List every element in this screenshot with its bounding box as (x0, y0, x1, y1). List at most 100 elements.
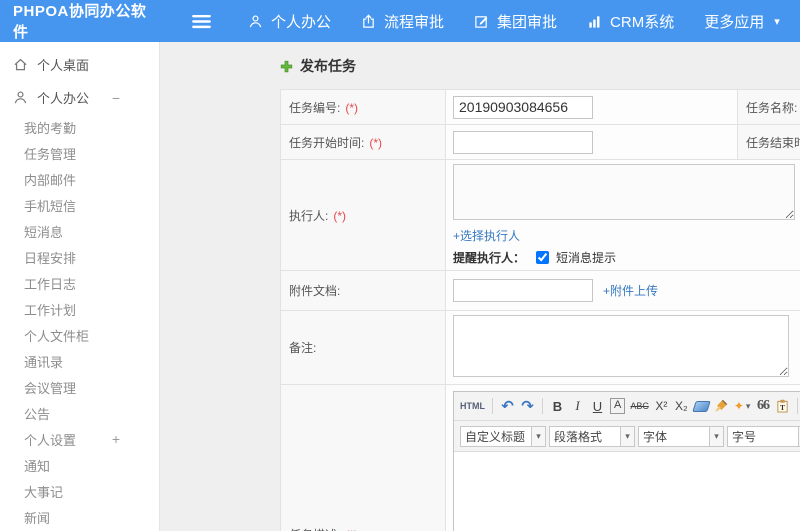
sidebar-item[interactable]: 手机短信 (0, 192, 159, 218)
subscript-button[interactable]: X₂ (674, 397, 689, 415)
sidebar-item-label: 手机短信 (24, 198, 77, 214)
sidebar-item[interactable]: 短消息 (0, 218, 159, 244)
sidebar-item[interactable]: 通知 (0, 452, 159, 478)
sidebar-item-label: 个人文件柜 (24, 328, 90, 344)
sms-tip-checkbox[interactable] (536, 251, 550, 264)
sidebar-item[interactable]: 通讯录 (0, 348, 159, 374)
sidebar-item[interactable]: 大事记 (0, 478, 159, 504)
executor-label: 执行人: (289, 208, 329, 223)
sidebar-item[interactable]: 内部邮件 (0, 166, 159, 192)
attachment-upload-link[interactable]: +附件上传 (603, 282, 658, 299)
task-number-input[interactable] (453, 95, 593, 119)
sidebar-item-personal-desktop[interactable]: 个人桌面 (0, 48, 159, 81)
main-layout: 个人桌面 个人办公 − 我的考勤 任务管理 内部邮件 手机短信 短消息 日程安排… (0, 42, 800, 531)
row-task-time: 任务开始时间: (*) 任务结束时间:(*) (280, 124, 800, 160)
editor-dropdown[interactable]: 段落格式 ▾ (549, 425, 635, 447)
editor-content-area[interactable] (454, 452, 800, 531)
sidebar-item-label: 通知 (24, 458, 51, 474)
sidebar-item[interactable]: 公告 (0, 400, 159, 426)
bold-button[interactable]: B (550, 397, 565, 415)
nav-label: 更多应用 (704, 13, 765, 31)
remark-label-cell: 备注: (280, 310, 446, 385)
broom-icon (714, 399, 728, 413)
flow-approve-icon (361, 13, 376, 29)
start-time-input[interactable] (453, 130, 593, 154)
nav-item-crm[interactable]: CRM系统 (572, 0, 689, 42)
bar-chart-icon (587, 14, 602, 29)
sidebar-item-personal-office[interactable]: 个人办公 − (0, 81, 159, 114)
sidebar-item-label: 通讯录 (24, 354, 64, 370)
sidebar-item[interactable]: 任务管理 (0, 140, 159, 166)
end-time-label: 任务结束时间: (746, 135, 800, 150)
sidebar-item[interactable]: 会议管理 (0, 374, 159, 400)
sidebar-item-label: 会议管理 (24, 380, 77, 396)
task-number-label-cell: 任务编号: (*) (280, 89, 446, 125)
remark-field-cell (445, 310, 800, 385)
caret-down-icon: ▾ (532, 425, 546, 447)
remove-format-button[interactable] (692, 397, 711, 415)
expand-icon[interactable]: + (111, 431, 121, 447)
executor-textarea[interactable] (453, 164, 795, 220)
row-remark: 备注: (280, 310, 800, 385)
remark-textarea[interactable] (453, 315, 789, 377)
nav-item-personal-office[interactable]: 个人办公 (233, 0, 346, 42)
caret-down-icon: ▾ (774, 15, 780, 28)
sidebar-item-label: 新闻 (24, 510, 51, 526)
eraser-icon (692, 400, 711, 412)
paste-text-button[interactable]: T (775, 397, 790, 415)
end-time-label-cell: 任务结束时间:(*) (737, 124, 800, 160)
choose-executor-link[interactable]: +选择执行人 (453, 229, 520, 243)
editor-dropdown[interactable]: 字体 ▾ (638, 425, 724, 447)
sidebar-submenu: 我的考勤 任务管理 内部邮件 手机短信 短消息 日程安排 工作日志 工作计划 个… (0, 114, 159, 530)
undo-icon[interactable]: ↶ (500, 397, 515, 415)
caret-down-icon: ▾ (621, 425, 635, 447)
nav-item-group-approval[interactable]: 集团审批 (459, 0, 572, 42)
nav-label: CRM系统 (610, 13, 675, 31)
font-name-button[interactable]: A (610, 398, 626, 414)
sidebar-item-label: 大事记 (24, 484, 64, 500)
app-logo[interactable]: PHPOA协同办公软件 (0, 0, 160, 42)
rich-text-editor: HTML ↶ ↷ B I U A ABC X² X₂ ✦ ▾ 66 T 自定义标… (453, 391, 800, 531)
home-icon (13, 57, 28, 72)
format-brush-button[interactable] (714, 397, 729, 415)
user-icon (13, 90, 28, 105)
sidebar-item-label: 个人桌面 (37, 58, 90, 73)
sidebar-item-label: 短消息 (24, 224, 64, 240)
row-description: 任务描述:(*) HTML ↶ ↷ B I U (280, 384, 800, 531)
sidebar-item[interactable]: 日程安排 (0, 244, 159, 270)
quick-format-button[interactable]: ✦ ▾ (734, 397, 751, 415)
blockquote-button[interactable]: 66 (755, 397, 770, 415)
underline-button[interactable]: U (590, 397, 605, 415)
nav-label: 集团审批 (497, 13, 558, 31)
editor-toolbar-row1: HTML ↶ ↷ B I U A ABC X² X₂ ✦ ▾ 66 T (454, 392, 800, 421)
strikethrough-button[interactable]: ABC (630, 397, 649, 415)
start-time-label-cell: 任务开始时间: (*) (280, 124, 446, 160)
hamburger-menu-button[interactable] (192, 14, 211, 29)
editor-dropdown[interactable]: 字号 ▾ (727, 425, 800, 447)
nav-item-more-apps[interactable]: 更多应用 ▾ (689, 0, 795, 42)
redo-icon[interactable]: ↷ (520, 397, 535, 415)
sidebar-item[interactable]: 个人设置 + (0, 426, 159, 452)
html-source-button[interactable]: HTML (460, 397, 485, 415)
attachment-input[interactable] (453, 279, 593, 302)
sidebar-item[interactable]: 工作日志 (0, 270, 159, 296)
hamburger-icon (192, 14, 211, 29)
required-mark: (*) (333, 208, 347, 223)
nav-item-flow-approval[interactable]: 流程审批 (346, 0, 459, 42)
description-label-cell: 任务描述:(*) (280, 384, 446, 531)
editor-dropdown[interactable]: 自定义标题 ▾ (460, 425, 546, 447)
sms-tip-label: 短消息提示 (556, 251, 617, 265)
superscript-button[interactable]: X² (654, 397, 669, 415)
sidebar-item-label: 公告 (24, 406, 51, 422)
task-name-label-cell: 任务名称:(*) (737, 89, 800, 125)
sidebar-item-label: 我的考勤 (24, 120, 77, 136)
sidebar-item[interactable]: 个人文件柜 (0, 322, 159, 348)
sidebar-item[interactable]: 新闻 (0, 504, 159, 530)
italic-button[interactable]: I (570, 397, 585, 415)
sidebar-item[interactable]: 我的考勤 (0, 114, 159, 140)
sidebar-item-label: 日程安排 (24, 250, 77, 266)
collapse-icon[interactable]: − (111, 90, 121, 106)
toolbar-separator (492, 398, 493, 414)
sidebar-item[interactable]: 工作计划 (0, 296, 159, 322)
remind-executor-label: 提醒执行人： (453, 251, 526, 265)
